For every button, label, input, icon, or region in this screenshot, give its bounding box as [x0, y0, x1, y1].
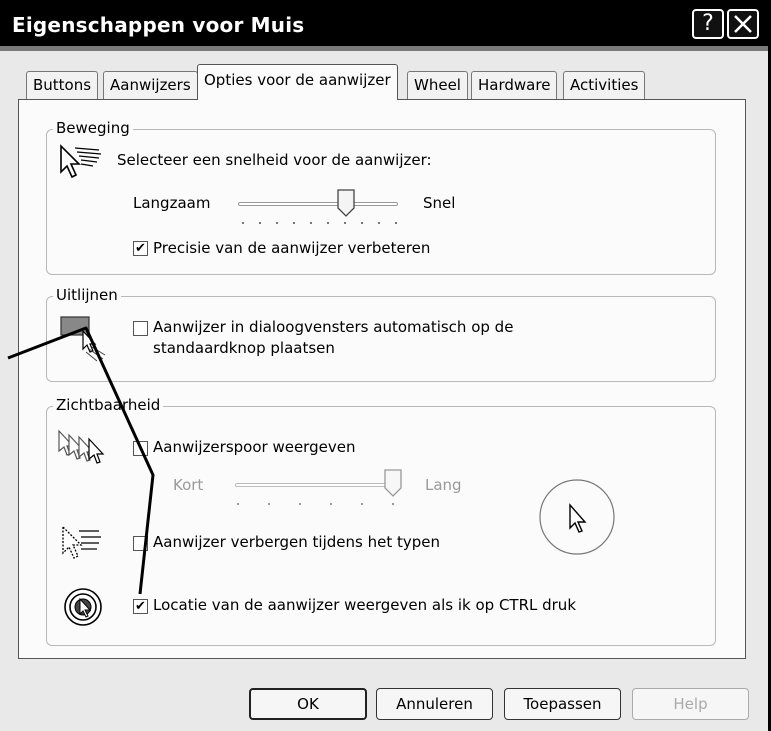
tab-pointer-options[interactable]: Opties voor de aanwijzer	[197, 64, 398, 100]
cursor-preview-icon	[539, 479, 615, 555]
speed-slider-ticks	[242, 222, 397, 224]
visibility-group: Zichtbaarheid Aanwijzerspoor weergeven K…	[46, 396, 716, 646]
window-title: Eigenschappen voor Muis	[12, 13, 305, 37]
trail-length-slider-track[interactable]	[235, 483, 401, 487]
pointer-trails-icon	[58, 429, 105, 464]
trail-length-slider-ticks	[237, 503, 394, 505]
help-button[interactable]: ?	[692, 9, 724, 39]
speed-prompt: Selecteer een snelheid voor de aanwijzer…	[117, 151, 432, 169]
close-button[interactable]	[727, 9, 759, 39]
trails-checkbox[interactable]	[133, 441, 148, 456]
tab-wheel[interactable]: Wheel	[407, 71, 468, 99]
slow-label: Langzaam	[133, 194, 211, 212]
trails-label: Aanwijzerspoor weergeven	[153, 438, 356, 456]
precision-checkbox[interactable]: ✔	[133, 241, 148, 256]
snap-group-label: Uitlijnen	[53, 286, 121, 304]
cancel-button[interactable]: Annuleren	[376, 688, 493, 720]
motion-group-label: Beweging	[53, 119, 133, 137]
long-label: Lang	[425, 476, 462, 494]
apply-button[interactable]: Toepassen	[504, 688, 621, 720]
snap-checkbox[interactable]	[133, 321, 148, 336]
locate-pointer-icon	[64, 588, 102, 626]
close-icon	[734, 15, 752, 33]
ctrl-locate-label: Locatie van de aanwijzer weergeven als i…	[153, 596, 577, 614]
ctrl-locate-checkbox[interactable]: ✔	[133, 599, 148, 614]
pointer-speed-icon	[60, 144, 102, 179]
help-dialog-button[interactable]: Help	[632, 688, 749, 720]
hide-while-typing-label: Aanwijzer verbergen tijdens het typen	[153, 533, 441, 551]
hide-while-typing-checkbox[interactable]	[133, 536, 148, 551]
precision-label: Precisie van de aanwijzer verbeteren	[153, 239, 431, 257]
ok-button[interactable]: OK	[249, 688, 367, 720]
visibility-group-label: Zichtbaarheid	[53, 396, 164, 414]
mouse-properties-dialog: Eigenschappen voor Muis ? Buttons Aanwij…	[0, 0, 771, 731]
trail-length-slider-thumb[interactable]	[384, 469, 402, 497]
snap-to-button-icon	[60, 316, 106, 362]
speed-slider-track[interactable]	[238, 202, 398, 206]
fast-label: Snel	[423, 194, 456, 212]
snap-label-line1: Aanwijzer in dialoogvensters automatisch…	[153, 318, 514, 336]
hide-pointer-icon	[62, 525, 101, 559]
title-bar[interactable]: Eigenschappen voor Muis ?	[0, 3, 768, 51]
snap-label-line2: standaardknop plaatsen	[153, 339, 335, 357]
snap-group: Uitlijnen Aanwijzer in dialoogvensters a…	[46, 286, 716, 382]
tab-activities[interactable]: Activities	[563, 71, 646, 99]
tab-hardware[interactable]: Hardware	[471, 71, 558, 99]
tab-pointers[interactable]: Aanwijzers	[103, 71, 198, 99]
pointer-options-panel: Beweging Selecteer een snelheid voor de …	[18, 99, 746, 659]
tab-buttons[interactable]: Buttons	[26, 71, 99, 99]
motion-group: Beweging Selecteer een snelheid voor de …	[46, 119, 716, 275]
short-label: Kort	[173, 476, 204, 494]
speed-slider-thumb[interactable]	[337, 189, 355, 217]
